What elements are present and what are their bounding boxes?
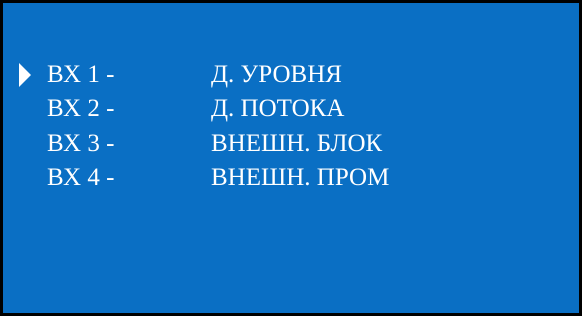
input-label: ВХ 1 - [47,60,115,88]
input-value: Д. ПОТОКА [211,95,345,123]
menu-item-input-4[interactable]: ВХ 4 - ВНЕШН. ПРОМ [17,161,389,196]
selection-cursor-slot [17,166,35,190]
input-label: ВХ 2 - [47,95,115,123]
input-value: ВНЕШН. БЛОК [211,129,383,157]
input-menu: ВХ 1 - Д. УРОВНЯ ВХ 2 - Д. ПОТОКА ВХ 3 -… [17,57,389,195]
menu-item-input-3[interactable]: ВХ 3 - ВНЕШН. БЛОК [17,126,389,161]
input-label: ВХ 3 - [47,129,115,157]
selection-cursor-icon [17,62,35,88]
input-value: ВНЕШН. ПРОМ [211,164,390,192]
menu-item-input-1[interactable]: ВХ 1 - Д. УРОВНЯ [17,57,389,92]
display-screen: ВХ 1 - Д. УРОВНЯ ВХ 2 - Д. ПОТОКА ВХ 3 -… [0,0,582,316]
selection-cursor-slot [17,131,35,155]
menu-item-input-2[interactable]: ВХ 2 - Д. ПОТОКА [17,92,389,127]
input-label: ВХ 4 - [47,164,115,192]
selection-cursor-slot [17,97,35,121]
input-value: Д. УРОВНЯ [211,60,342,88]
